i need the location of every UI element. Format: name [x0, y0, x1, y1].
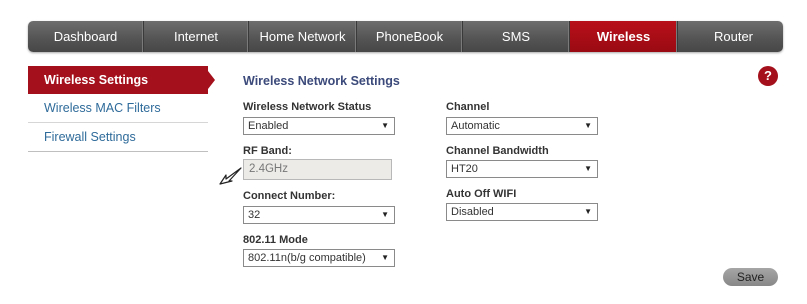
bandwidth-label: Channel Bandwidth — [446, 145, 549, 157]
save-button[interactable]: Save — [723, 268, 778, 286]
mode-value: 802.11n(b/g compatible) — [248, 252, 366, 264]
rf-band-label: RF Band: — [243, 145, 292, 157]
mode-select[interactable]: 802.11n(b/g compatible) ▼ — [243, 249, 395, 267]
dropdown-arrow-icon: ▼ — [381, 121, 389, 130]
auto-off-label: Auto Off WIFI — [446, 188, 517, 200]
tab-dashboard[interactable]: Dashboard — [28, 21, 144, 52]
network-status-value: Enabled — [248, 120, 289, 132]
auto-off-value: Disabled — [451, 206, 494, 218]
bandwidth-select[interactable]: HT20 ▼ — [446, 160, 598, 178]
dropdown-arrow-icon: ▼ — [584, 121, 592, 130]
rf-band-field: 2.4GHz — [243, 159, 392, 180]
page-title: Wireless Network Settings — [243, 74, 400, 88]
help-icon[interactable]: ? — [758, 66, 778, 86]
dropdown-arrow-icon: ▼ — [381, 210, 389, 219]
sidebar-item-wireless-settings[interactable]: Wireless Settings — [28, 66, 215, 94]
tab-wireless[interactable]: Wireless — [570, 21, 678, 52]
channel-select[interactable]: Automatic ▼ — [446, 117, 598, 135]
dropdown-arrow-icon: ▼ — [584, 207, 592, 216]
tab-router[interactable]: Router — [678, 21, 783, 52]
network-status-select[interactable]: Enabled ▼ — [243, 117, 395, 135]
tab-phonebook[interactable]: PhoneBook — [357, 21, 463, 52]
tab-home-network[interactable]: Home Network — [249, 21, 357, 52]
mode-label: 802.11 Mode — [243, 234, 308, 246]
network-status-label: Wireless Network Status — [243, 101, 372, 113]
connect-number-select[interactable]: 32 ▼ — [243, 206, 395, 224]
sidebar: Wireless Settings Wireless MAC Filters F… — [28, 66, 215, 152]
auto-off-select[interactable]: Disabled ▼ — [446, 203, 598, 221]
sidebar-item-wireless-mac-filters[interactable]: Wireless MAC Filters — [28, 94, 208, 123]
dropdown-arrow-icon: ▼ — [381, 253, 389, 262]
channel-label: Channel — [446, 101, 490, 113]
dropdown-arrow-icon: ▼ — [584, 164, 592, 173]
connect-number-value: 32 — [248, 209, 261, 221]
top-navigation: Dashboard Internet Home Network PhoneBoo… — [28, 21, 783, 52]
pointer-arrow-icon — [219, 167, 242, 185]
tab-internet[interactable]: Internet — [144, 21, 249, 52]
bandwidth-value: HT20 — [451, 163, 478, 175]
channel-value: Automatic — [451, 120, 500, 132]
connect-number-label: Connect Number: — [243, 190, 336, 202]
sidebar-item-firewall-settings[interactable]: Firewall Settings — [28, 123, 208, 152]
tab-sms[interactable]: SMS — [463, 21, 570, 52]
